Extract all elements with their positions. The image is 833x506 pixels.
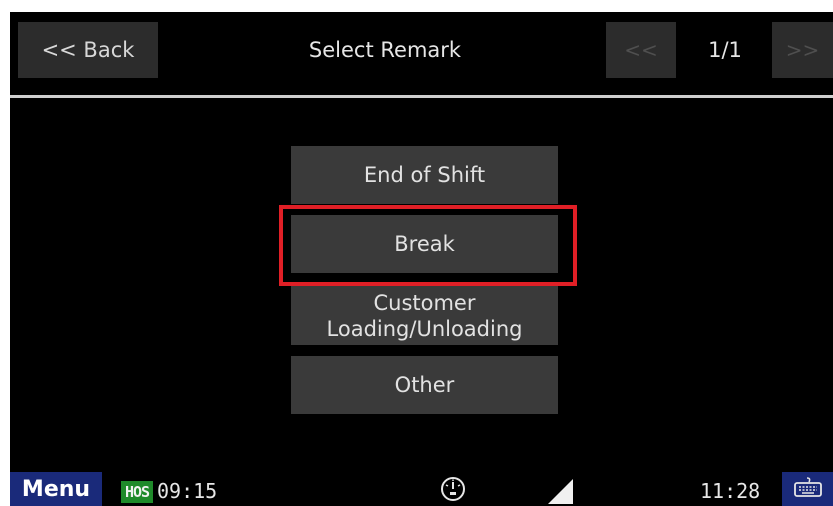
- remark-option-end-of-shift[interactable]: End of Shift: [291, 146, 558, 204]
- back-button[interactable]: << Back: [18, 22, 158, 78]
- previous-page-button[interactable]: <<: [606, 22, 676, 78]
- signal-icon: [546, 477, 574, 505]
- hos-time: 09:15: [157, 479, 218, 503]
- header-divider: [10, 95, 833, 98]
- clock: 11:28: [700, 479, 761, 503]
- remark-option-customer-loading-unloading[interactable]: Customer Loading/Unloading: [291, 286, 558, 345]
- remark-option-label: Other: [394, 373, 455, 397]
- speedometer-icon: [440, 476, 466, 502]
- keyboard-icon: [793, 476, 823, 502]
- status-bar: Menu HOS 09:15 11:28: [10, 472, 833, 506]
- keyboard-button[interactable]: [782, 472, 833, 506]
- page-title: Select Remark: [308, 38, 462, 62]
- remark-option-label: End of Shift: [363, 163, 486, 187]
- remark-option-label: Customer Loading/Unloading: [326, 290, 523, 341]
- page-indicator: 1/1: [708, 38, 742, 62]
- remark-option-label: Break: [394, 232, 455, 256]
- remark-option-break[interactable]: Break: [291, 215, 558, 273]
- menu-button[interactable]: Menu: [10, 472, 102, 506]
- next-page-button[interactable]: >>: [772, 22, 833, 78]
- hos-badge: HOS: [121, 481, 153, 503]
- screen: << Back Select Remark << 1/1 >> End of S…: [10, 12, 833, 506]
- remark-option-other[interactable]: Other: [291, 356, 558, 414]
